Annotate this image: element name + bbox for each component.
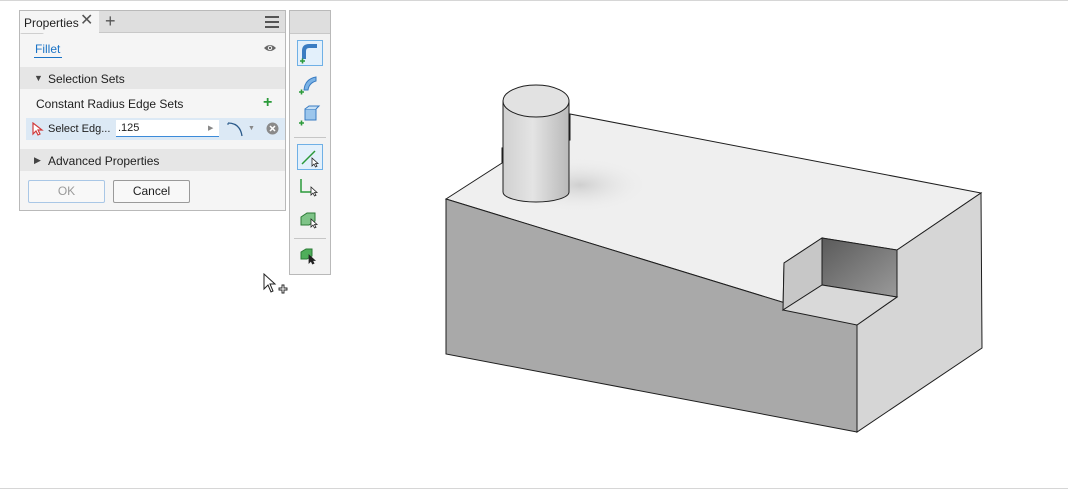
bottom-divider <box>0 488 1068 489</box>
radius-input[interactable] <box>116 120 219 137</box>
add-tab-icon[interactable]: + <box>105 12 116 30</box>
hamburger-menu-icon[interactable] <box>265 16 279 28</box>
selection-sets-section-header[interactable]: ▼ Selection Sets <box>20 67 285 89</box>
toolbar-header <box>290 11 330 34</box>
loop-select-mode-icon <box>300 179 319 197</box>
loop-select-mode-button[interactable] <box>297 175 323 201</box>
cancel-button[interactable]: Cancel <box>113 180 190 203</box>
feature-select-mode-icon <box>300 212 319 229</box>
tab-properties[interactable]: Properties ✕ <box>20 11 99 33</box>
properties-panel: Properties ✕ + Fillet ▼ Selection Sets C… <box>19 10 286 211</box>
feature-select-mode-button[interactable] <box>297 207 323 233</box>
all-fillets-button[interactable] <box>297 244 323 270</box>
variable-radius-fillet-button[interactable] <box>297 72 323 98</box>
constant-radius-fillet-icon <box>300 44 317 64</box>
panel-tab-bar: Properties ✕ + <box>20 11 285 33</box>
chevron-down-icon[interactable]: ▼ <box>248 125 255 132</box>
select-edges-label[interactable]: Select Edg... <box>48 123 110 135</box>
close-icon[interactable]: ✕ <box>80 13 93 29</box>
fillet-mini-toolbar <box>289 10 331 275</box>
setback-fillet-icon <box>299 105 321 126</box>
advanced-properties-section-header[interactable]: ▶ Advanced Properties <box>20 149 285 171</box>
mouse-cursor-icon <box>263 273 288 294</box>
edge-sets-label: Constant Radius Edge Sets <box>36 97 184 111</box>
expand-arrow-icon: ▶ <box>34 155 41 165</box>
input-arrow-icon[interactable]: ▶ <box>208 124 213 132</box>
feature-name-link[interactable]: Fillet <box>34 42 63 58</box>
collapse-arrow-icon: ▼ <box>34 73 43 83</box>
selection-sets-label: Selection Sets <box>48 72 125 86</box>
block-part[interactable] <box>444 84 983 433</box>
tab-properties-label: Properties <box>24 16 79 30</box>
visibility-eye-icon[interactable] <box>263 43 277 53</box>
toolbar-separator <box>294 137 326 138</box>
variable-radius-fillet-icon <box>299 76 317 95</box>
fillet-type-icon[interactable] <box>226 120 246 138</box>
constant-radius-fillet-button[interactable] <box>297 40 323 66</box>
select-edges-cursor-icon[interactable] <box>32 122 44 136</box>
all-fillets-icon <box>300 248 317 265</box>
advanced-properties-label: Advanced Properties <box>48 154 160 168</box>
setback-fillet-button[interactable] <box>297 103 323 129</box>
toolbar-separator <box>294 238 326 239</box>
cylinder-top-face[interactable] <box>502 84 570 118</box>
edge-select-mode-icon <box>301 150 320 168</box>
edge-select-mode-button[interactable] <box>297 144 323 170</box>
ok-button[interactable]: OK <box>28 180 105 203</box>
edge-set-row[interactable]: Select Edg... ▶ ▼ <box>26 118 285 140</box>
remove-row-icon[interactable] <box>266 122 279 135</box>
add-edge-set-icon[interactable]: + <box>263 95 272 111</box>
